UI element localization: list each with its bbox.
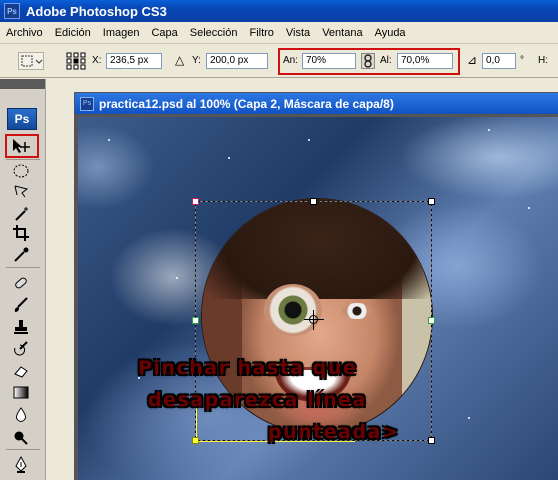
- crop-tool-icon[interactable]: [10, 223, 32, 243]
- menu-vista[interactable]: Vista: [280, 27, 316, 39]
- lasso-tool-icon[interactable]: [10, 181, 32, 201]
- transform-handle-right[interactable]: [428, 317, 435, 324]
- gradient-tool-icon[interactable]: [10, 382, 32, 402]
- marquee-tool-icon[interactable]: [10, 161, 32, 181]
- menu-ventana[interactable]: Ventana: [316, 27, 368, 39]
- x-position-field[interactable]: 236,5 px: [106, 53, 162, 69]
- delta-icon: △: [175, 53, 185, 67]
- menu-filtro[interactable]: Filtro: [243, 27, 279, 39]
- width-scale-field[interactable]: 70%: [302, 53, 356, 69]
- history-brush-icon[interactable]: [10, 339, 32, 359]
- degree-symbol: °: [520, 55, 524, 66]
- menu-archivo[interactable]: Archivo: [0, 27, 49, 39]
- link-chain-icon[interactable]: [361, 53, 375, 69]
- brush-tool-icon[interactable]: [10, 295, 32, 315]
- star: [228, 157, 230, 159]
- toolbox-grip[interactable]: [0, 79, 45, 89]
- star: [468, 417, 470, 419]
- clone-stamp-icon[interactable]: [10, 317, 32, 337]
- transform-handle-left[interactable]: [192, 317, 199, 324]
- hskew-label: H:: [538, 55, 548, 66]
- move-tool-icon[interactable]: [10, 136, 32, 156]
- y-label: Y:: [192, 55, 201, 66]
- reference-point-icon[interactable]: [66, 52, 88, 70]
- tool-preset-picker[interactable]: [18, 52, 44, 70]
- annotation-line-2: desaparezca línea: [148, 389, 367, 411]
- annotation-line-3: punteada>: [268, 421, 400, 443]
- photoshop-logo[interactable]: Ps: [7, 108, 37, 130]
- menu-ayuda[interactable]: Ayuda: [369, 27, 412, 39]
- star: [108, 139, 110, 141]
- transform-handle-bottom-right[interactable]: [428, 437, 435, 444]
- toolbox-divider: [6, 449, 40, 450]
- healing-brush-icon[interactable]: [10, 273, 32, 293]
- star: [308, 139, 310, 141]
- document-icon: Ps: [80, 96, 94, 111]
- rotation-field[interactable]: 0,0: [482, 53, 516, 69]
- menu-seleccion[interactable]: Selección: [184, 27, 244, 39]
- photoshop-app-icon: Ps: [4, 3, 20, 19]
- title-bar: Ps Adobe Photoshop CS3: [0, 0, 558, 22]
- height-label: Al:: [380, 55, 392, 66]
- transform-handle-top-right[interactable]: [428, 198, 435, 205]
- toolbox-divider: [6, 267, 40, 268]
- transform-handle-bottom-left[interactable]: [192, 437, 199, 444]
- y-position-field[interactable]: 200,0 px: [206, 53, 268, 69]
- menu-edicion[interactable]: Edición: [49, 27, 97, 39]
- height-scale-field[interactable]: 70,0%: [397, 53, 453, 69]
- x-label: X:: [92, 55, 102, 66]
- annotation-line-1: Pinchar hasta que: [138, 357, 358, 379]
- menu-imagen[interactable]: Imagen: [97, 27, 146, 39]
- eyedropper-icon[interactable]: [10, 245, 32, 265]
- app-title: Adobe Photoshop CS3: [26, 3, 167, 19]
- transform-handle-top-left[interactable]: [192, 198, 199, 205]
- dodge-tool-icon[interactable]: [10, 427, 32, 447]
- document-title-bar[interactable]: Ps practica12.psd al 100% (Capa 2, Másca…: [75, 93, 558, 114]
- menu-capa[interactable]: Capa: [145, 27, 183, 39]
- document-title: practica12.psd al 100% (Capa 2, Máscara …: [99, 96, 394, 111]
- move-tool-preset-icon: [21, 55, 43, 67]
- magic-wand-icon[interactable]: [10, 204, 32, 224]
- blur-tool-icon[interactable]: [10, 405, 32, 425]
- image-canvas[interactable]: Pinchar hasta que desaparezca línea punt…: [78, 117, 558, 480]
- toolbox-divider: [6, 159, 40, 160]
- width-label: An:: [283, 55, 299, 66]
- star: [528, 207, 530, 209]
- options-bar: X: 236,5 px △ Y: 200,0 px An: 70% Al: 70…: [0, 44, 558, 78]
- transform-center-icon[interactable]: [304, 310, 324, 330]
- transform-handle-top[interactable]: [310, 198, 317, 205]
- tools-panel: Ps: [0, 79, 46, 480]
- star: [176, 277, 178, 279]
- pen-tool-icon[interactable]: [10, 455, 32, 475]
- document-window[interactable]: Ps practica12.psd al 100% (Capa 2, Másca…: [74, 92, 558, 480]
- menu-bar: Archivo Edición Imagen Capa Selección Fi…: [0, 22, 558, 44]
- eraser-icon[interactable]: [10, 361, 32, 381]
- rotate-angle-icon: ⊿: [467, 53, 478, 67]
- star: [488, 129, 490, 131]
